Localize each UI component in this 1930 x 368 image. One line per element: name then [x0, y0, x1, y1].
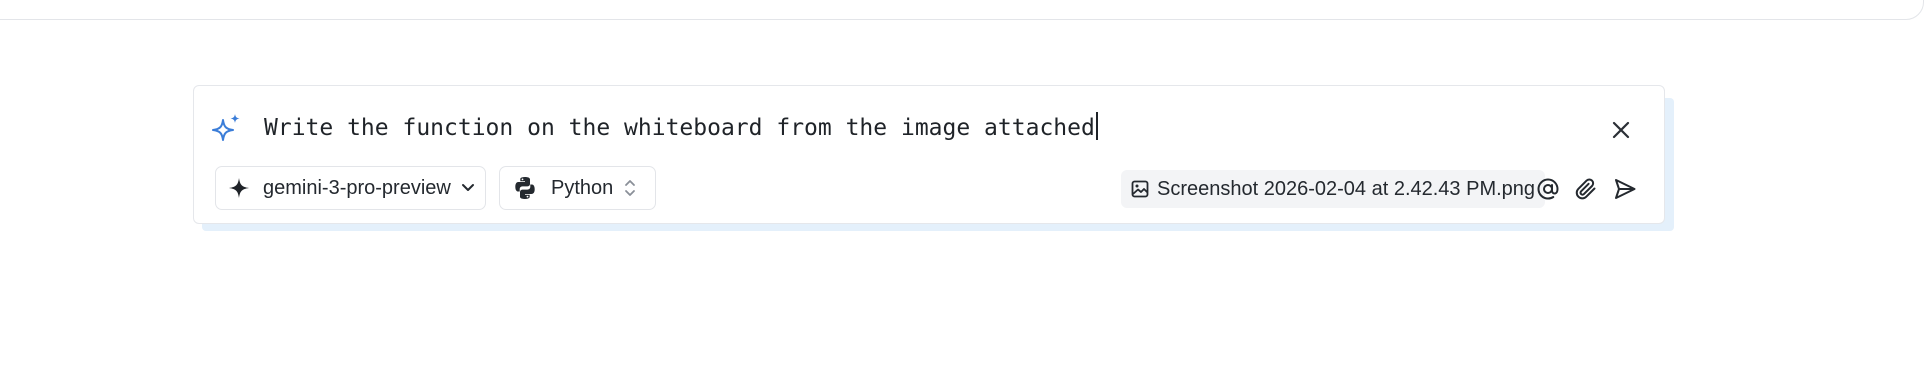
python-icon — [515, 177, 535, 199]
attachment-filename: Screenshot 2026-02-04 at 2.42.43 PM.png — [1157, 177, 1536, 200]
attachment-chip[interactable]: Screenshot 2026-02-04 at 2.42.43 PM.png — [1121, 170, 1546, 208]
close-button[interactable] — [1606, 115, 1636, 145]
send-button[interactable] — [1610, 174, 1640, 204]
chevron-up-down-icon — [625, 180, 636, 196]
model-label: gemini-3-pro-preview — [263, 176, 451, 199]
mention-icon — [1537, 178, 1559, 200]
send-icon — [1615, 179, 1636, 199]
model-selector[interactable]: gemini-3-pro-preview — [215, 166, 486, 210]
mention-button[interactable] — [1533, 174, 1563, 204]
close-icon — [1612, 121, 1630, 139]
chevron-down-icon — [461, 184, 474, 191]
sparkle-icon — [229, 178, 249, 198]
language-label: Python — [551, 176, 614, 199]
prompt-input[interactable]: Write the function on the whiteboard fro… — [264, 112, 1594, 146]
prompt-composer: Write the function on the whiteboard fro… — [193, 85, 1665, 224]
attach-button[interactable] — [1571, 174, 1601, 204]
paperclip-icon — [1575, 178, 1596, 200]
image-icon — [1131, 180, 1149, 198]
top-panel-edge — [0, 0, 1924, 20]
prompt-text: Write the function on the whiteboard fro… — [264, 115, 1095, 141]
ai-sparkle-icon — [212, 114, 240, 141]
text-caret — [1095, 112, 1098, 140]
language-selector[interactable]: Python — [499, 166, 656, 210]
